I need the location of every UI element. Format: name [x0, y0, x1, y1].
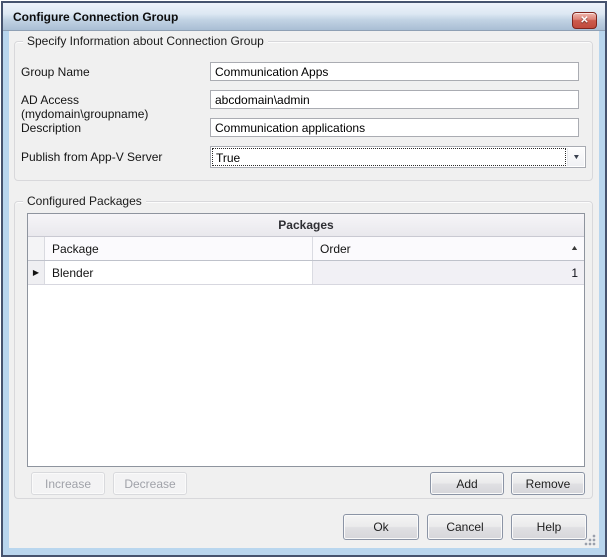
column-header-package[interactable]: Package [45, 237, 313, 260]
help-button[interactable]: Help [511, 514, 587, 540]
decrease-button: Decrease [113, 472, 187, 495]
close-button[interactable]: ✕ [572, 12, 597, 29]
title-bar[interactable]: Configure Connection Group ✕ [3, 3, 605, 31]
resize-grip[interactable] [584, 534, 596, 546]
row-marker-icon: ▶ [33, 269, 39, 277]
row-header-corner-cell [28, 237, 45, 260]
dialog-window: Configure Connection Group ✕ Specify Inf… [1, 1, 607, 557]
column-header-package-label: Package [52, 242, 99, 256]
group-configured-packages: Configured Packages Packages Package Ord… [14, 201, 593, 499]
ad-access-input[interactable] [210, 90, 579, 109]
group-specify-info-title: Specify Information about Connection Gro… [23, 34, 268, 48]
window-title: Configure Connection Group [13, 3, 178, 31]
combo-selected-value: True [212, 148, 566, 166]
description-input[interactable] [210, 118, 579, 137]
close-icon: ✕ [580, 16, 588, 26]
cell-package: Blender [45, 261, 313, 284]
publish-server-combo[interactable]: True ▼ [210, 146, 586, 168]
table-header-row: Package Order ▲ [28, 237, 584, 261]
sort-ascending-icon: ▲ [570, 245, 579, 252]
table-title: Packages [28, 214, 584, 237]
publish-server-label: Publish from App-V Server [21, 150, 209, 164]
group-configured-packages-title: Configured Packages [23, 194, 146, 208]
remove-button[interactable]: Remove [511, 472, 585, 495]
combo-dropdown-button[interactable]: ▼ [567, 148, 584, 166]
cell-order: 1 [313, 261, 584, 284]
ad-access-label: AD Access (mydomain\groupname) [21, 93, 209, 107]
chevron-down-icon: ▼ [572, 154, 580, 161]
group-name-input[interactable] [210, 62, 579, 81]
packages-table: Packages Package Order ▲ ▶ Blender [27, 213, 585, 467]
description-label: Description [21, 121, 209, 135]
current-row-marker-cell: ▶ [28, 261, 45, 284]
table-empty-area [28, 285, 584, 466]
column-header-order[interactable]: Order ▲ [313, 237, 584, 260]
cancel-button[interactable]: Cancel [427, 514, 503, 540]
group-specify-info: Specify Information about Connection Gro… [14, 41, 593, 181]
add-button[interactable]: Add [430, 472, 504, 495]
increase-button: Increase [31, 472, 105, 495]
dialog-body: Specify Information about Connection Gro… [9, 31, 599, 548]
table-row[interactable]: ▶ Blender 1 [28, 261, 584, 285]
ok-button[interactable]: Ok [343, 514, 419, 540]
column-header-order-label: Order [320, 242, 351, 256]
group-name-label: Group Name [21, 65, 209, 79]
